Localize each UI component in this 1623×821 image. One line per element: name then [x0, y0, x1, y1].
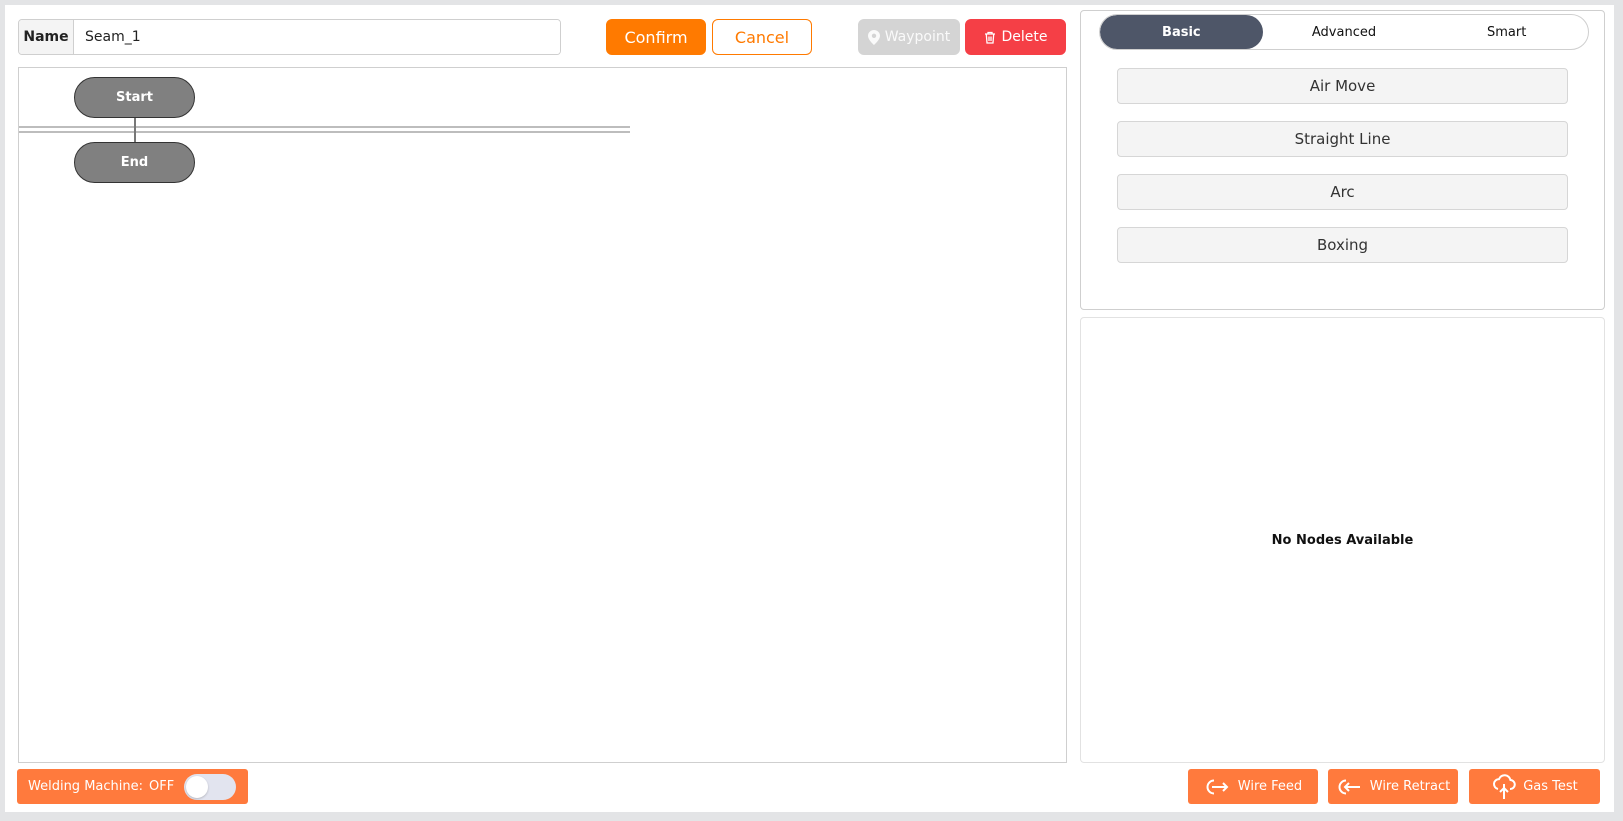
- welding-machine-state: OFF: [149, 779, 175, 794]
- end-node[interactable]: End: [74, 142, 195, 183]
- gas-test-button[interactable]: Gas Test: [1469, 769, 1600, 804]
- toolbox-tabs: Basic Advanced Smart: [1099, 14, 1589, 50]
- delete-label: Delete: [1001, 29, 1048, 45]
- welding-machine-label: Welding Machine:: [28, 779, 143, 794]
- name-input[interactable]: [74, 20, 560, 54]
- node-properties-panel: No Nodes Available: [1080, 317, 1605, 763]
- flow-canvas[interactable]: Start End: [18, 67, 1067, 763]
- wire-retract-button[interactable]: Wire Retract: [1328, 769, 1458, 804]
- tab-advanced[interactable]: Advanced: [1263, 15, 1426, 49]
- cancel-button[interactable]: Cancel: [712, 19, 812, 55]
- name-field: Name: [18, 19, 561, 55]
- trash-icon: [984, 31, 996, 44]
- tab-basic[interactable]: Basic: [1100, 15, 1263, 49]
- air-move-button[interactable]: Air Move: [1117, 68, 1568, 104]
- empty-state-text: No Nodes Available: [1271, 532, 1414, 548]
- wire-feed-label: Wire Feed: [1237, 779, 1303, 794]
- location-pin-icon: [867, 29, 880, 45]
- straight-line-button[interactable]: Straight Line: [1117, 121, 1568, 157]
- delete-button[interactable]: Delete: [965, 19, 1066, 55]
- wire-retract-icon: [1336, 777, 1364, 797]
- flow-connector: [134, 118, 136, 142]
- gas-cloud-icon: [1491, 773, 1517, 800]
- name-label: Name: [19, 20, 74, 54]
- lane-divider: [19, 131, 630, 133]
- start-node[interactable]: Start: [74, 77, 195, 118]
- wire-retract-label: Wire Retract: [1369, 779, 1451, 794]
- welding-machine-status: Welding Machine: OFF: [17, 769, 248, 804]
- node-toolbox: Basic Advanced Smart Air Move Straight L…: [1080, 10, 1605, 310]
- waypoint-button[interactable]: Waypoint: [858, 19, 960, 55]
- wire-feed-button[interactable]: Wire Feed: [1188, 769, 1318, 804]
- toggle-knob: [186, 775, 209, 798]
- welding-machine-toggle[interactable]: [184, 773, 237, 800]
- arc-button[interactable]: Arc: [1117, 174, 1568, 210]
- tab-smart[interactable]: Smart: [1425, 15, 1588, 49]
- wire-feed-icon: [1204, 777, 1232, 797]
- boxing-button[interactable]: Boxing: [1117, 227, 1568, 263]
- confirm-button[interactable]: Confirm: [606, 19, 706, 55]
- lane-divider: [19, 126, 630, 128]
- gas-test-label: Gas Test: [1523, 779, 1578, 794]
- waypoint-label: Waypoint: [884, 29, 951, 45]
- seam-editor-page: Name Confirm Cancel Waypoint Delete Star…: [5, 5, 1614, 812]
